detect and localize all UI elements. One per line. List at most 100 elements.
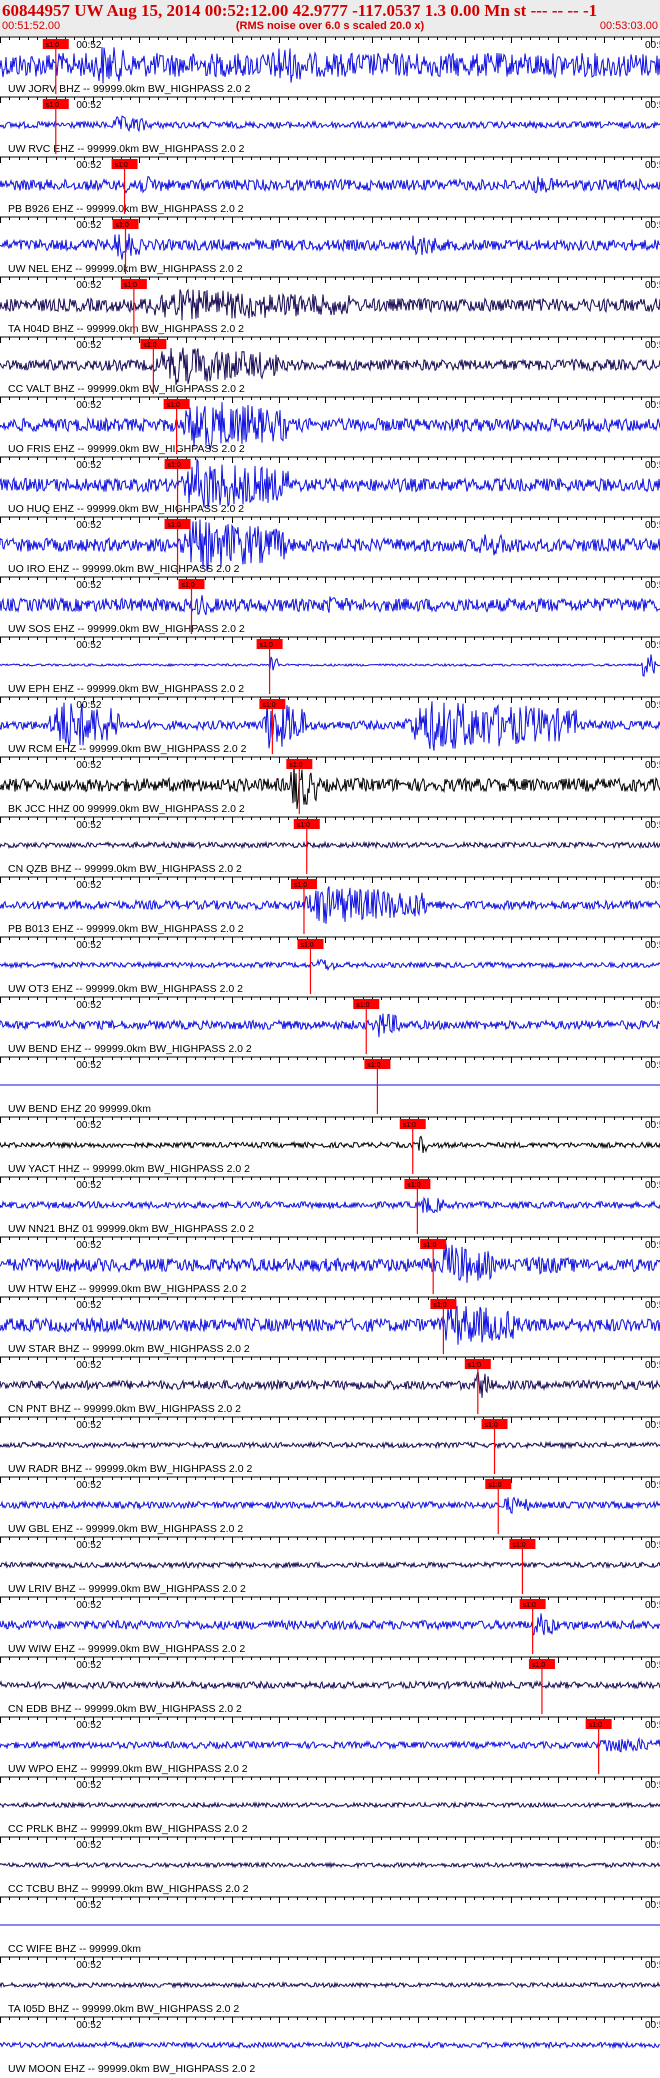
waveform <box>0 1801 660 1809</box>
header-bar: 60844957 UW Aug 15, 2014 00:52:12.00 42.… <box>0 0 660 36</box>
waveform <box>0 347 660 385</box>
waveform <box>0 886 660 924</box>
trace-panel: 00:52 00:5 UW EPH EHZ -- 99999.0km BW_HIGH… <box>0 636 660 695</box>
pick-label: s1:0 <box>297 822 310 829</box>
right-edge-label: 00:5 <box>645 40 660 51</box>
channel-label: UW GBL EHZ -- 99999.0km BW_HIGHPASS 2.0 … <box>8 1523 243 1535</box>
minute-label: 00:52 <box>76 100 101 111</box>
waveform <box>0 958 660 972</box>
channel-label: UW NN21 BHZ 01 99999.0km BW_HIGHPASS 2.0… <box>8 1223 254 1235</box>
minute-label: 00:52 <box>76 1180 101 1191</box>
trace-panel: 00:52 00:5 CC PRLK BHZ -- 99999.0km BW_HIG… <box>0 1776 660 1835</box>
minute-label: 00:52 <box>76 520 101 531</box>
trace-panel: 00:52 00:5 UW RADR BHZ -- 99999.0km BW_HIG… <box>0 1416 660 1475</box>
minute-label: 00:52 <box>76 880 101 891</box>
channel-label: UO FRIS EHZ -- 99999.0km BW_HIGHPASS 2.0… <box>8 443 245 455</box>
trace-panel: 00:52 00:5 PB B926 EHZ -- 99999.0km BW_HIG… <box>0 156 660 215</box>
trace-panel: 00:52 00:5 CN EDB BHZ -- 99999.0km BW_HIGH… <box>0 1656 660 1715</box>
channel-label: UW LRIV BHZ -- 99999.0km BW_HIGHPASS 2.0… <box>8 1583 246 1595</box>
waveform <box>0 1196 660 1214</box>
pick-label: s1:0 <box>468 1362 481 1369</box>
right-edge-label: 00:5 <box>645 1420 660 1431</box>
channel-label: UW WPO EHZ -- 99999.0km BW_HIGHPASS 2.0 … <box>8 1763 248 1775</box>
minute-label: 00:52 <box>76 1600 101 1611</box>
pick-label: s1:0 <box>433 1302 446 1309</box>
right-edge-label: 00:5 <box>645 1660 660 1671</box>
trace-panel: 00:52 00:5 BK JCC HHZ 00 99999.0km BW_HIGH… <box>0 756 660 815</box>
trace-panel: 00:52 00:5 CC TCBU BHZ -- 99999.0km BW_HIG… <box>0 1836 660 1895</box>
pick-label: s1:0 <box>168 462 181 469</box>
channel-label: PB B926 EHZ -- 99999.0km BW_HIGHPASS 2.0… <box>8 203 244 215</box>
right-edge-label: 00:5 <box>645 1180 660 1191</box>
trace-panel: 00:52 00:5 UW OT3 EHZ -- 99999.0km BW_HIGH… <box>0 936 660 995</box>
right-edge-label: 00:5 <box>645 580 660 591</box>
minute-label: 00:52 <box>76 1900 101 1911</box>
right-edge-label: 00:5 <box>645 100 660 111</box>
right-edge-label: 00:5 <box>645 460 660 471</box>
channel-label: UW EPH EHZ -- 99999.0km BW_HIGHPASS 2.0 … <box>8 683 244 695</box>
pick-label: s1:0 <box>115 162 128 169</box>
right-edge-label: 00:5 <box>645 1720 660 1731</box>
channel-label: CN QZB BHZ -- 99999.0km BW_HIGHPASS 2.0 … <box>8 863 242 875</box>
channel-label: UW WIW EHZ -- 99999.0km BW_HIGHPASS 2.0 … <box>8 1643 245 1655</box>
right-edge-label: 00:5 <box>645 1960 660 1971</box>
minute-label: 00:52 <box>76 400 101 411</box>
pick-label: s1:0 <box>167 402 180 409</box>
pick-label: s1:0 <box>488 1482 501 1489</box>
channel-label: UO HUQ EHZ -- 99999.0km BW_HIGHPASS 2.0 … <box>8 503 244 515</box>
trace-panel: 00:52 00:5 UW MOON EHZ -- 99999.0km BW_HIG… <box>0 2016 660 2075</box>
minute-label: 00:52 <box>76 580 101 591</box>
pick-label: s1:0 <box>589 1722 602 1729</box>
channel-label: UO IRO EHZ -- 99999.0km BW_HIGHPASS 2.0 … <box>8 563 240 575</box>
pick-label: s1:0 <box>289 762 302 769</box>
right-edge-label: 00:5 <box>645 1300 660 1311</box>
minute-label: 00:52 <box>76 2020 101 2031</box>
pick-label: s1:0 <box>407 1182 420 1189</box>
channel-label: UW BEND EHZ 20 99999.0km <box>8 1103 151 1115</box>
end-time: 00:53:03.00 <box>599 20 658 32</box>
right-edge-label: 00:5 <box>645 1900 660 1911</box>
trace-panel: 00:52 00:5 CN QZB BHZ -- 99999.0km BW_HIGH… <box>0 816 660 875</box>
right-edge-label: 00:5 <box>645 280 660 291</box>
trace-panel: 00:52 00:5 CC VALT BHZ -- 99999.0km BW_HIG… <box>0 336 660 395</box>
waveform <box>0 1679 660 1691</box>
trace-panel: 00:52 00:5 TA I05D BHZ -- 99999.0km BW_HIG… <box>0 1956 660 2015</box>
waveform <box>0 1613 660 1636</box>
waveform <box>0 115 660 133</box>
right-edge-label: 00:5 <box>645 1120 660 1131</box>
right-edge-label: 00:5 <box>645 1480 660 1491</box>
right-edge-label: 00:5 <box>645 640 660 651</box>
minute-label: 00:52 <box>76 1240 101 1251</box>
waveform <box>0 288 660 321</box>
channel-label: UW YACT HHZ -- 99999.0km BW_HIGHPASS 2.0… <box>8 1163 250 1175</box>
channel-label: UW STAR BHZ -- 99999.0km BW_HIGHPASS 2.0… <box>8 1343 250 1355</box>
seismogram-plot: 00:52 00:5 UW JORV BHZ -- 99999.0km BW_HIG… <box>0 36 660 2075</box>
right-edge-label: 00:5 <box>645 1540 660 1551</box>
minute-label: 00:52 <box>76 160 101 171</box>
channel-label: UW RVC EHZ -- 99999.0km BW_HIGHPASS 2.0 … <box>8 143 245 155</box>
right-edge-label: 00:5 <box>645 160 660 171</box>
right-edge-label: 00:5 <box>645 1360 660 1371</box>
minute-label: 00:52 <box>76 220 101 231</box>
minute-label: 00:52 <box>76 1780 101 1791</box>
channel-label: BK JCC HHZ 00 99999.0km BW_HIGHPASS 2.0 … <box>8 803 245 815</box>
right-edge-label: 00:5 <box>645 1240 660 1251</box>
channel-label: PB B013 EHZ -- 99999.0km BW_HIGHPASS 2.0… <box>8 923 244 935</box>
channel-label: CC PRLK BHZ -- 99999.0km BW_HIGHPASS 2.0… <box>8 1823 248 1835</box>
right-edge-label: 00:5 <box>645 700 660 711</box>
right-edge-label: 00:5 <box>645 1600 660 1611</box>
channel-label: UW RADR BHZ -- 99999.0km BW_HIGHPASS 2.0… <box>8 1463 252 1475</box>
pick-label: s1:0 <box>115 222 128 229</box>
trace-panel: 00:52 00:5 UO IRO EHZ -- 99999.0km BW_HIGH… <box>0 516 660 575</box>
minute-label: 00:52 <box>76 460 101 471</box>
channel-label: CC TCBU BHZ -- 99999.0km BW_HIGHPASS 2.0… <box>8 1883 249 1895</box>
waveform <box>0 840 660 850</box>
trace-panel: 00:52 00:5 UW STAR BHZ -- 99999.0km BW_HIG… <box>0 1296 660 1355</box>
minute-label: 00:52 <box>76 1840 101 1851</box>
minute-label: 00:52 <box>76 280 101 291</box>
pick-label: s1:0 <box>124 282 137 289</box>
right-edge-label: 00:5 <box>645 1000 660 1011</box>
channel-label: CC VALT BHZ -- 99999.0km BW_HIGHPASS 2.0… <box>8 383 245 395</box>
pick-label: s1:0 <box>260 642 273 649</box>
pick-label: s1:0 <box>356 1002 369 1009</box>
